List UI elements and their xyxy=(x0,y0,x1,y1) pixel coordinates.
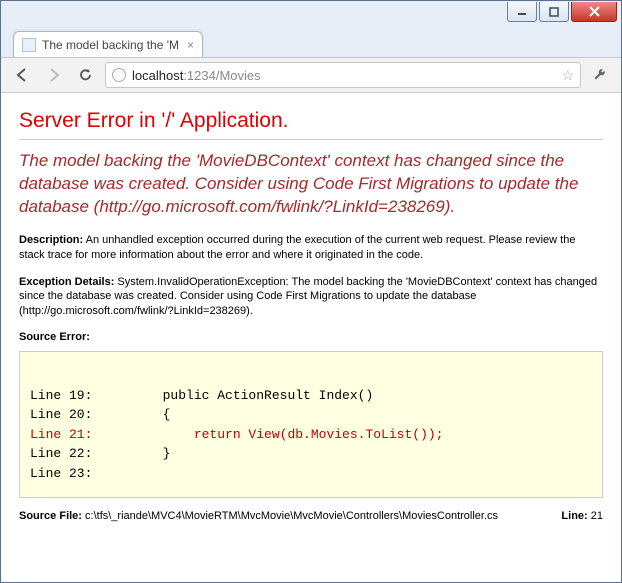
error-heading: Server Error in '/' Application. xyxy=(19,109,603,133)
back-icon xyxy=(14,67,30,83)
url-host: localhost xyxy=(132,68,183,83)
source-file-label: Source File: xyxy=(19,510,82,522)
address-bar[interactable]: localhost:1234/Movies ☆ xyxy=(105,62,581,88)
back-button[interactable] xyxy=(9,62,35,88)
reload-button[interactable] xyxy=(73,62,99,88)
url-text: localhost:1234/Movies xyxy=(132,68,261,83)
divider xyxy=(19,139,603,140)
favicon-icon xyxy=(22,38,36,52)
tab-title: The model backing the 'M xyxy=(42,38,181,52)
window-titlebar xyxy=(1,1,621,29)
page-content: Server Error in '/' Application. The mod… xyxy=(1,93,621,582)
globe-icon xyxy=(112,68,126,82)
close-icon xyxy=(589,6,600,17)
forward-icon xyxy=(46,67,62,83)
line-info: Line: 21 xyxy=(561,510,603,522)
reload-icon xyxy=(78,67,94,83)
error-exception: Exception Details: System.InvalidOperati… xyxy=(19,275,603,320)
code-line-21: Line 21: return View(db.Movies.ToList())… xyxy=(30,427,443,442)
browser-window: The model backing the 'M × localhost:123… xyxy=(0,0,622,583)
window-buttons xyxy=(507,2,617,22)
source-file-line: Source File: c:\tfs\_riande\MVC4\MovieRT… xyxy=(19,510,603,522)
browser-tab[interactable]: The model backing the 'M × xyxy=(13,31,203,57)
maximize-icon xyxy=(549,7,559,17)
url-path: :1234/Movies xyxy=(183,68,260,83)
code-line-22: Line 22: } xyxy=(30,446,170,461)
description-text: An unhandled exception occurred during t… xyxy=(19,234,575,261)
maximize-button[interactable] xyxy=(539,2,569,22)
wrench-icon xyxy=(592,67,608,83)
tab-close-icon[interactable]: × xyxy=(187,38,194,52)
source-error-label: Source Error: xyxy=(19,331,603,343)
source-file-path: c:\tfs\_riande\MVC4\MovieRTM\MvcMovie\Mv… xyxy=(82,510,498,522)
error-description: Description: An unhandled exception occu… xyxy=(19,233,603,263)
bookmark-star-icon[interactable]: ☆ xyxy=(561,67,574,84)
browser-toolbar: localhost:1234/Movies ☆ xyxy=(1,57,621,93)
code-line-20: Line 20: { xyxy=(30,407,170,422)
close-button[interactable] xyxy=(571,2,617,22)
line-label: Line: xyxy=(561,510,587,522)
settings-button[interactable] xyxy=(587,62,613,88)
minimize-button[interactable] xyxy=(507,2,537,22)
forward-button[interactable] xyxy=(41,62,67,88)
code-line-19: Line 19: public ActionResult Index() xyxy=(30,388,373,403)
error-subheading: The model backing the 'MovieDBContext' c… xyxy=(19,150,603,219)
source-code-box: Line 19: public ActionResult Index() Lin… xyxy=(19,351,603,498)
description-label: Description: xyxy=(19,234,83,246)
code-line-23: Line 23: xyxy=(30,466,92,481)
exception-label: Exception Details: xyxy=(19,276,114,288)
minimize-icon xyxy=(517,7,527,17)
tab-strip: The model backing the 'M × xyxy=(1,29,621,57)
line-value: 21 xyxy=(588,510,603,522)
